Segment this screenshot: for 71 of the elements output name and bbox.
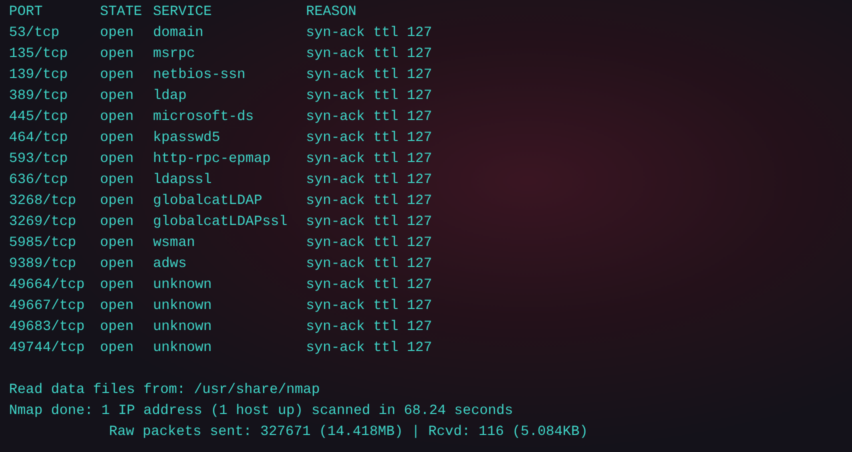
table-cell-text: syn-ack ttl 127 xyxy=(306,255,434,274)
table-cell-text: wsman xyxy=(153,234,196,253)
table-cell-text: unknown xyxy=(153,276,213,295)
table-cell-text: syn-ack ttl 127 xyxy=(306,24,434,43)
table-cell-text: open xyxy=(100,192,135,211)
table-cell-text: 593/tcp xyxy=(9,150,69,169)
table-cell-text: kpasswd5 xyxy=(153,129,222,148)
column-header: SERVICE xyxy=(153,3,213,22)
table-cell-text: syn-ack ttl 127 xyxy=(306,171,434,190)
table-cell-text: open xyxy=(100,213,135,232)
table-cell-text: open xyxy=(100,150,135,169)
table-cell-text: 3269/tcp xyxy=(9,213,78,232)
output-line: Raw packets sent: 327671 (14.418MB) | Rcvd: 116 (5.084KB) xyxy=(109,424,588,440)
output-line: Read data files from: /usr/share/nmap xyxy=(9,382,320,398)
table-cell-text: syn-ack ttl 127 xyxy=(306,45,434,64)
table-cell-text: 49664/tcp xyxy=(9,276,86,295)
table-cell-text: 445/tcp xyxy=(9,108,69,127)
table-cell-text: open xyxy=(100,87,135,106)
column-header: REASON xyxy=(306,3,358,22)
table-cell-text: ldapssl xyxy=(153,171,213,190)
table-cell-text: open xyxy=(100,339,135,358)
table-cell-text: syn-ack ttl 127 xyxy=(306,318,434,337)
table-cell-text: open xyxy=(100,45,135,64)
table-cell-text: ldap xyxy=(153,87,188,106)
table-cell-text: 3268/tcp xyxy=(9,192,78,211)
table-cell-text: syn-ack ttl 127 xyxy=(306,297,434,316)
table-cell-text: microsoft-ds xyxy=(153,108,255,127)
table-cell-text: 139/tcp xyxy=(9,66,69,85)
table-cell-text: domain xyxy=(153,24,204,43)
table-cell-text: open xyxy=(100,129,135,148)
table-cell-text: syn-ack ttl 127 xyxy=(306,213,434,232)
table-cell-text: 636/tcp xyxy=(9,171,69,190)
column-header: PORT xyxy=(9,3,44,22)
table-cell-text: unknown xyxy=(153,339,213,358)
table-cell-text: globalcatLDAPssl xyxy=(153,213,288,232)
table-cell-text: 49744/tcp xyxy=(9,339,86,358)
table-cell-text: open xyxy=(100,318,135,337)
table-cell-text: syn-ack ttl 127 xyxy=(306,234,434,253)
table-cell-text: adws xyxy=(153,255,188,274)
output-line: Nmap done: 1 IP address (1 host up) scanned in 68.24 seconds xyxy=(9,403,514,419)
table-cell-text: 5985/tcp xyxy=(9,234,78,253)
table-cell-text: open xyxy=(100,234,135,253)
table-cell-text: open xyxy=(100,108,135,127)
table-cell-text: 464/tcp xyxy=(9,129,69,148)
table-cell-text: syn-ack ttl 127 xyxy=(306,339,434,358)
table-cell-text: syn-ack ttl 127 xyxy=(306,129,434,148)
table-cell-text: 389/tcp xyxy=(9,87,69,106)
table-cell-text: open xyxy=(100,24,135,43)
table-cell-text: 9389/tcp xyxy=(9,255,78,274)
table-cell-text: open xyxy=(100,297,135,316)
table-cell-text: syn-ack ttl 127 xyxy=(306,150,434,169)
table-cell-text: syn-ack ttl 127 xyxy=(306,87,434,106)
table-cell-text: syn-ack ttl 127 xyxy=(306,276,434,295)
table-cell-text: http-rpc-epmap xyxy=(153,150,272,169)
table-cell-text: 135/tcp xyxy=(9,45,69,64)
table-cell-text: 53/tcp xyxy=(9,24,60,43)
table-cell-text: unknown xyxy=(153,297,213,316)
table-cell-text: 49683/tcp xyxy=(9,318,86,337)
table-cell-text: syn-ack ttl 127 xyxy=(306,192,434,211)
table-cell-text: open xyxy=(100,276,135,295)
table-cell-text: globalcatLDAP xyxy=(153,192,264,211)
table-cell-text: open xyxy=(100,255,135,274)
table-cell-text: open xyxy=(100,171,135,190)
table-cell-text: netbios-ssn xyxy=(153,66,246,85)
table-cell-text: unknown xyxy=(153,318,213,337)
table-cell-text: syn-ack ttl 127 xyxy=(306,66,434,85)
column-header: STATE xyxy=(100,3,144,22)
table-cell-text: msrpc xyxy=(153,45,196,64)
table-cell-text: syn-ack ttl 127 xyxy=(306,108,434,127)
table-cell-text: 49667/tcp xyxy=(9,297,86,316)
table-cell-text: open xyxy=(100,66,135,85)
